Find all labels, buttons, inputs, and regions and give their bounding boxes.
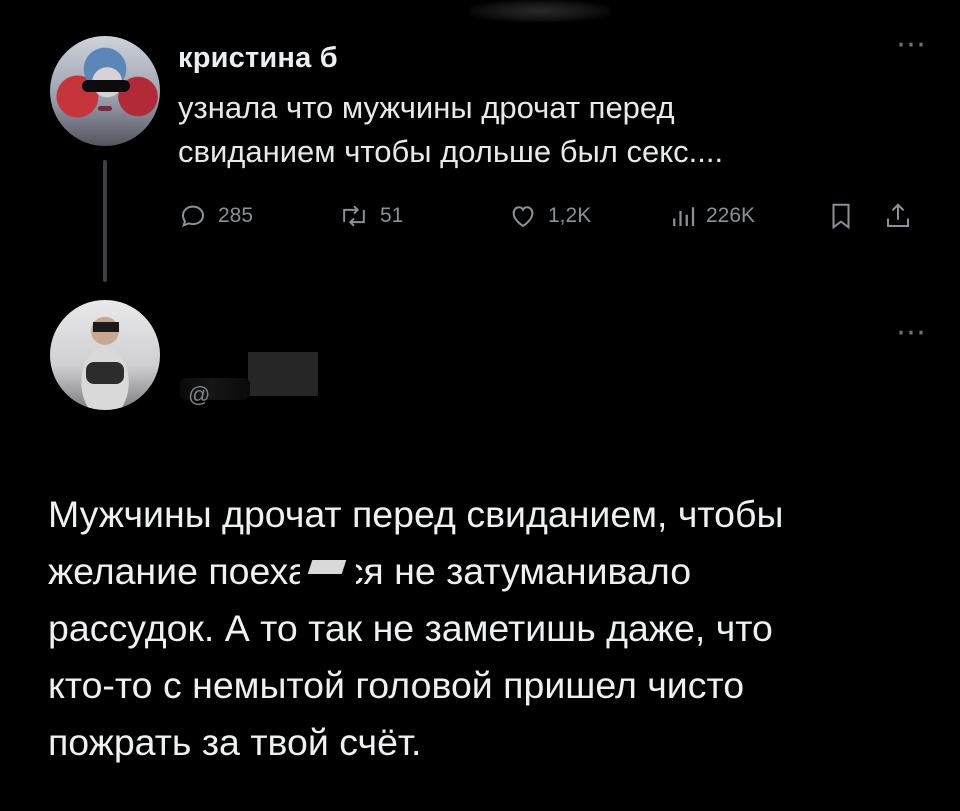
reply-icon [178, 201, 208, 231]
avatar-mouth [98, 106, 112, 111]
top-smudge [470, 0, 610, 22]
more-options-icon[interactable]: ⋯ [896, 318, 927, 348]
post-text-line: узнала что мужчины дрочат перед [178, 90, 675, 125]
avatar-shirt-print [86, 362, 124, 384]
author-avatar[interactable] [50, 36, 160, 146]
bookmark-icon [828, 201, 854, 231]
reply-author-avatar[interactable] [50, 300, 160, 410]
reply-text-line: пожрать за твой счёт. [48, 721, 422, 763]
bookmark-button[interactable] [828, 196, 854, 236]
thread-connector-line [103, 160, 107, 282]
avatar-glasses [82, 80, 130, 92]
repost-button[interactable]: 51 [338, 196, 403, 236]
reply-button[interactable]: 285 [178, 196, 253, 236]
share-icon [883, 201, 913, 231]
views-count: 226K [706, 204, 756, 227]
share-button[interactable] [883, 196, 913, 236]
like-button[interactable]: 1,2K [508, 196, 591, 236]
reply-text-line: кто-то с немытой головой пришел чисто [48, 664, 745, 706]
reply-text-line: желание поехаться не затуманивало [48, 550, 692, 592]
repost-icon [338, 201, 370, 231]
heart-icon [508, 201, 538, 231]
censor-mark [300, 552, 356, 586]
reply-count: 285 [218, 204, 254, 227]
author-name[interactable]: кристина б [178, 42, 338, 75]
avatar-censor-bar [93, 322, 119, 332]
more-options-icon[interactable]: ⋯ [896, 30, 927, 60]
reply-text-line: рассудок. А то так не заметишь даже, что [48, 607, 773, 649]
repost-count: 51 [380, 204, 404, 227]
post-text-line: свиданием чтобы дольше был секс.... [178, 134, 724, 169]
like-count: 1,2K [548, 204, 592, 227]
reply-text-line: Мужчины дрочат перед свиданием, чтобы [48, 493, 784, 535]
reply-text: Мужчины дрочат перед свиданием, чтобы же… [48, 486, 928, 771]
post-text: узнала что мужчины дрочат перед свидание… [178, 86, 898, 174]
redacted-author-name [248, 352, 318, 396]
analytics-icon [670, 201, 696, 231]
reply-handle-fragment: @ [188, 382, 211, 407]
post-actions-bar: 285 51 1,2K 226K [178, 196, 938, 236]
views-button[interactable]: 226K [670, 196, 755, 236]
